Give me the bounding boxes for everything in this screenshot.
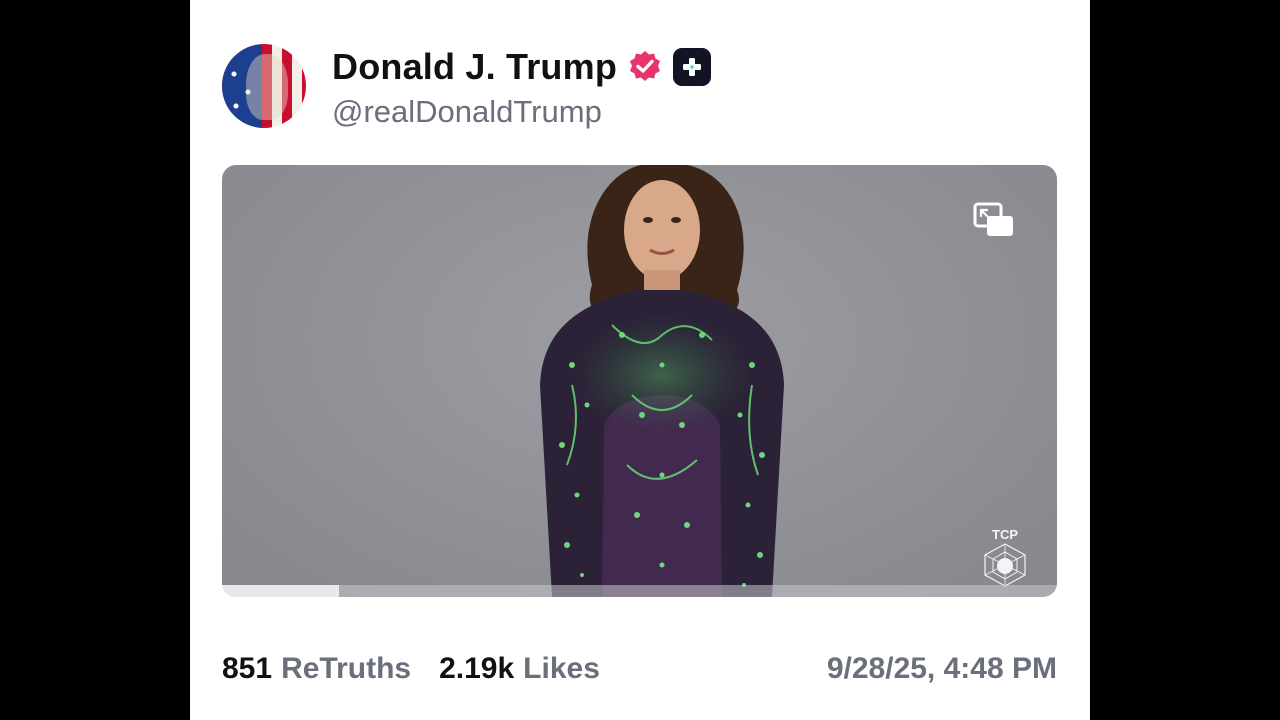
avatar[interactable] [222, 44, 306, 128]
picture-in-picture-icon[interactable] [973, 202, 1015, 238]
author-name[interactable]: Donald J. Trump [332, 46, 617, 88]
likes-stat[interactable]: 2.19k Likes [439, 652, 600, 686]
retruths-count: 851 [222, 652, 273, 685]
post-card: Donald J. Trump @realDonaldTrump TCP 851… [190, 0, 1090, 720]
retruths-stat[interactable]: 851 ReTruths [222, 652, 411, 686]
watermark-logo-icon [984, 543, 1026, 587]
verified-badge-icon [627, 49, 663, 85]
likes-count: 2.19k [439, 652, 515, 685]
post-timestamp: 9/28/25, 4:48 PM [826, 652, 1057, 685]
video-progress-fill [222, 585, 339, 597]
likes-label: Likes [523, 652, 600, 685]
video-frame-person [540, 165, 784, 597]
video-watermark: TCP [979, 527, 1031, 591]
post-stats: 851 ReTruths 2.19k Likes 9/28/25, 4:48 PM [222, 648, 1057, 690]
avatar-face [246, 54, 288, 120]
author-row: Donald J. Trump [332, 44, 712, 90]
watermark-label: TCP [992, 527, 1018, 542]
video-player[interactable]: TCP [222, 165, 1057, 597]
video-progress-bar[interactable] [222, 585, 1057, 597]
retruths-label: ReTruths [281, 652, 412, 685]
truth-plus-icon [673, 48, 712, 86]
author-handle[interactable]: @realDonaldTrump [332, 94, 602, 130]
